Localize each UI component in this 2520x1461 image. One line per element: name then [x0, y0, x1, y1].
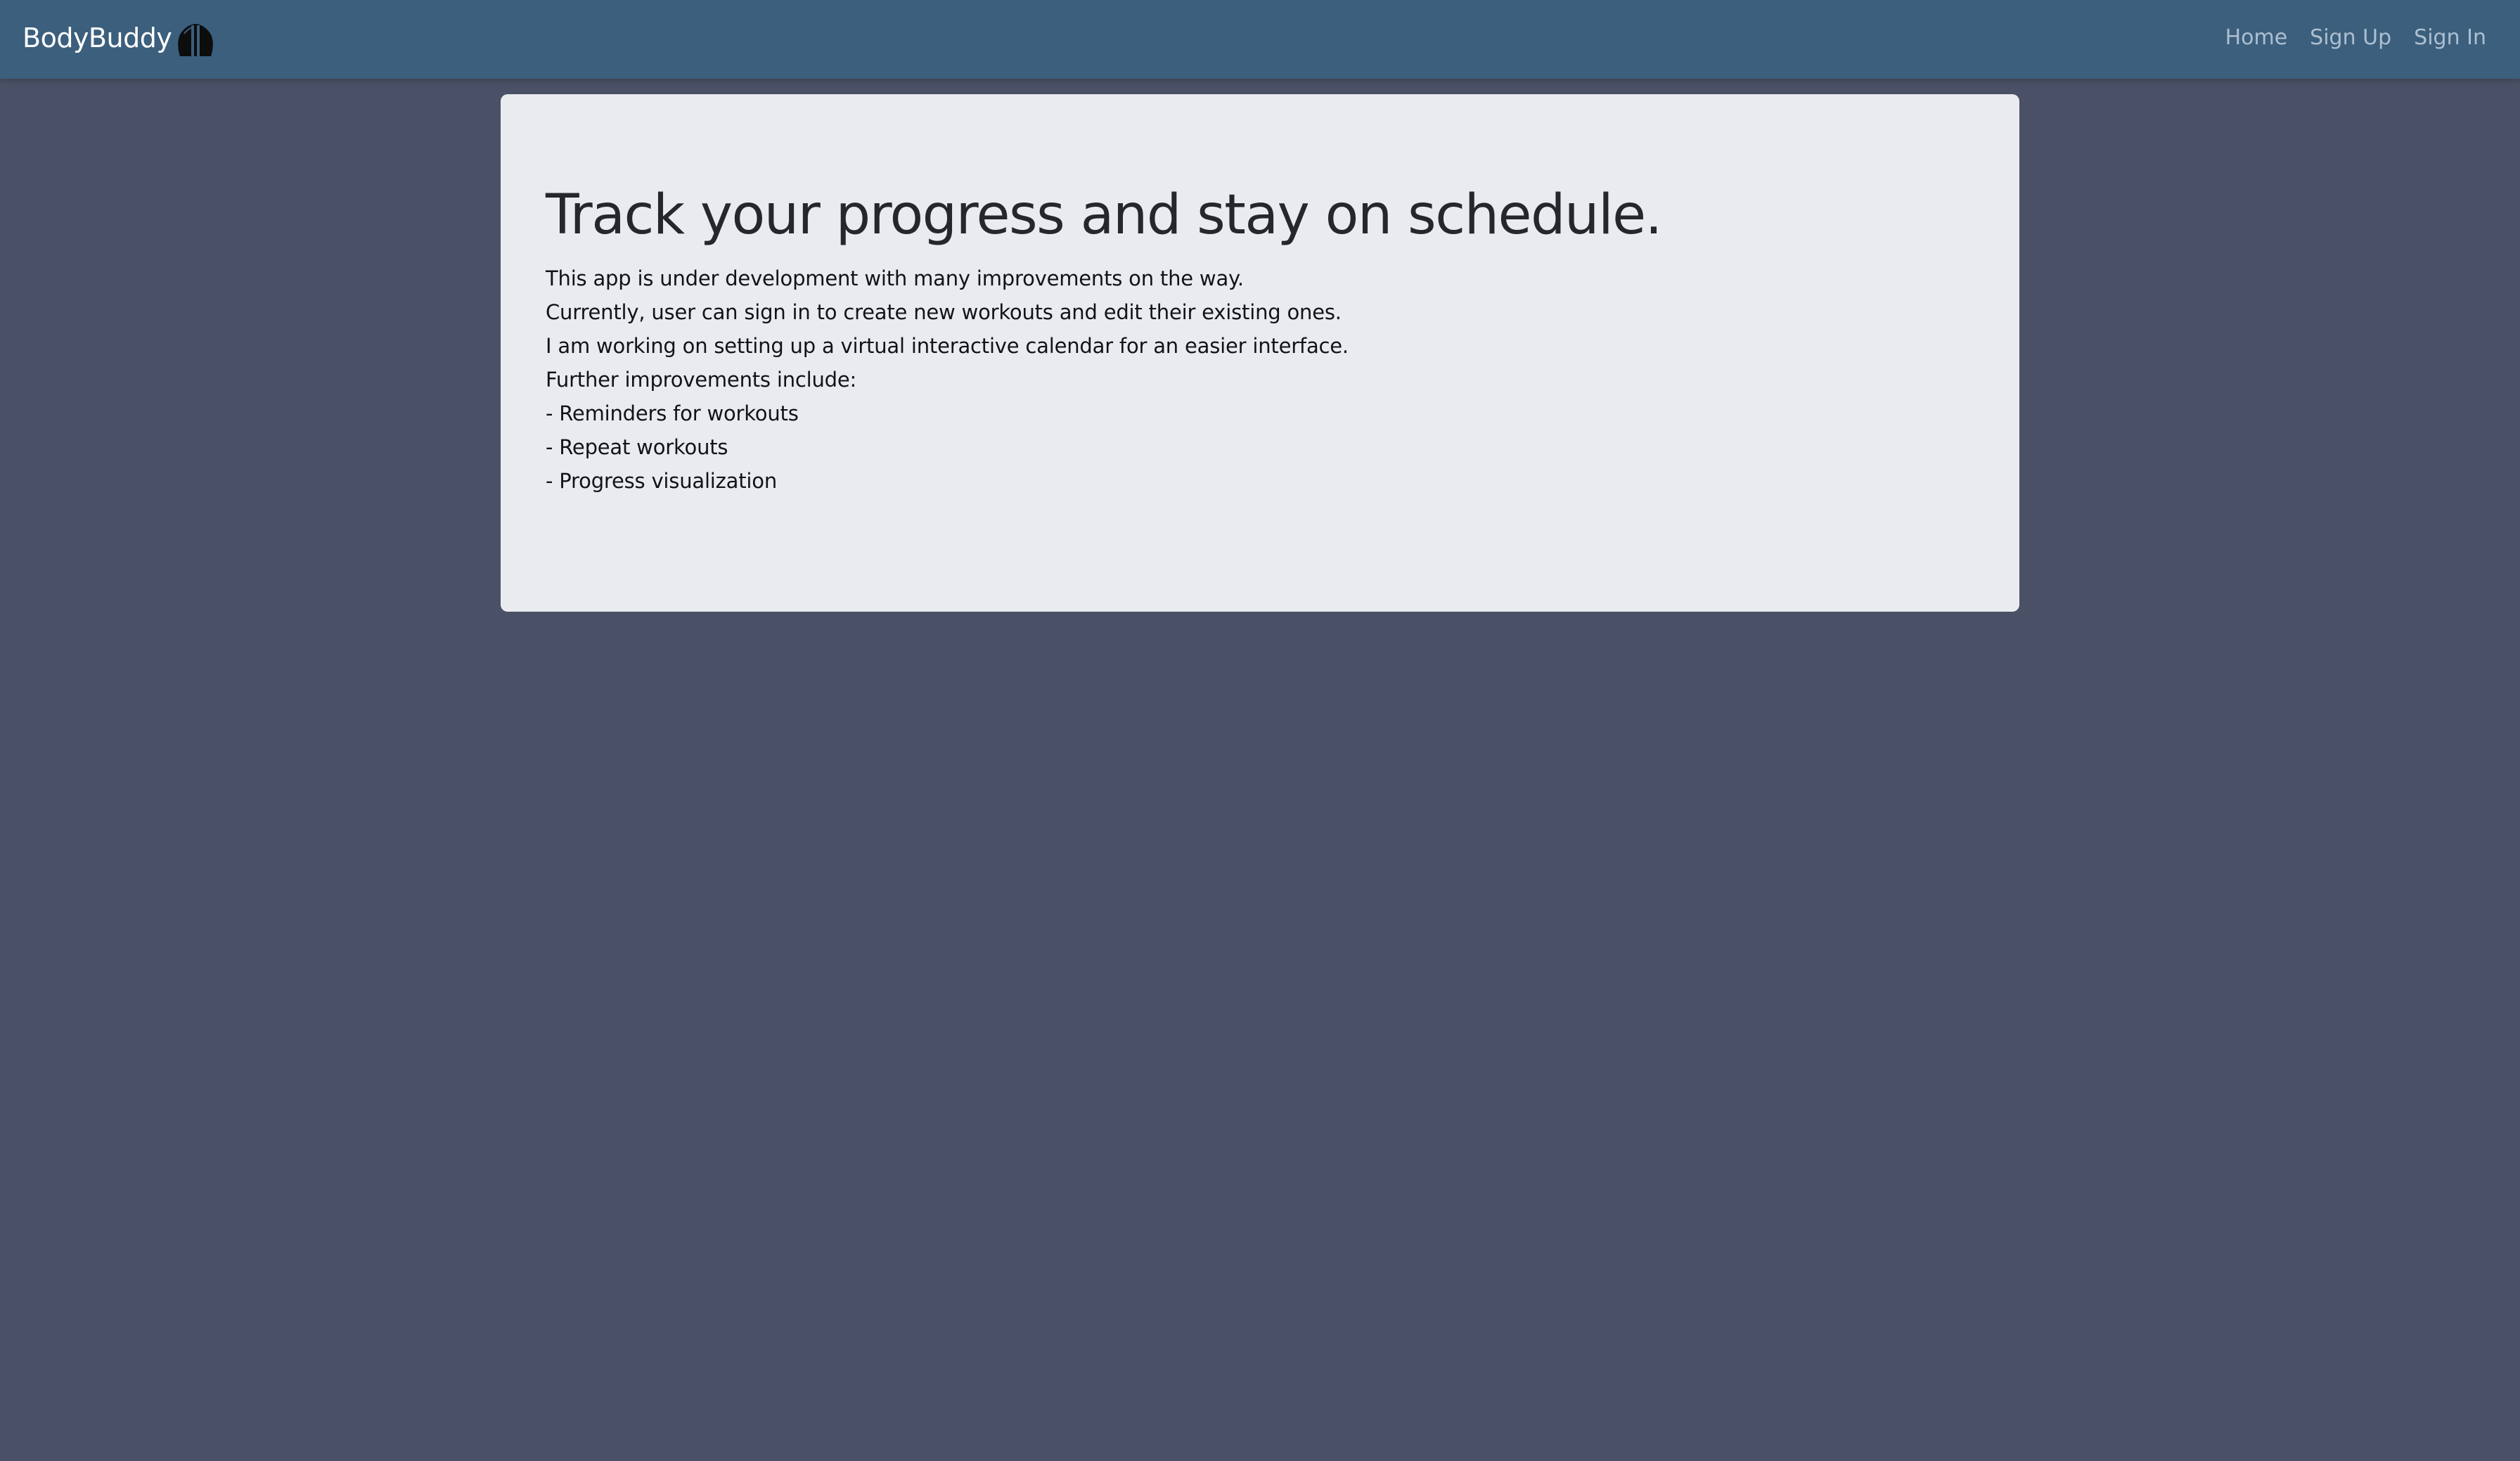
intro-card: Track your progress and stay on schedule…: [501, 94, 2019, 612]
list-item-repeat: - Repeat workouts: [546, 435, 728, 459]
intro-text: This app is under development with many …: [546, 262, 1974, 498]
nav-link-sign-up[interactable]: Sign Up: [2310, 27, 2391, 49]
intro-line-development: This app is under development with many …: [546, 266, 1244, 290]
list-item-visualization: - Progress visualization: [546, 468, 777, 493]
nav-links: Home Sign Up Sign In: [2225, 0, 2486, 76]
intro-line-calendar: I am working on setting up a virtual int…: [546, 333, 1349, 358]
brand-name[interactable]: BodyBuddy: [22, 25, 172, 51]
nav-link-sign-in[interactable]: Sign In: [2414, 27, 2486, 49]
navbar: BodyBuddy Home Sign Up Sign In: [0, 0, 2520, 79]
page-title: Track your progress and stay on schedule…: [546, 184, 1662, 247]
intro-line-current-features: Currently, user can sign in to create ne…: [546, 300, 1342, 324]
list-item-reminders: - Reminders for workouts: [546, 401, 799, 425]
muscle-icon: [174, 17, 217, 59]
nav-link-home[interactable]: Home: [2225, 27, 2288, 49]
intro-line-improvements: Further improvements include:: [546, 367, 857, 392]
brand[interactable]: BodyBuddy: [22, 0, 217, 76]
